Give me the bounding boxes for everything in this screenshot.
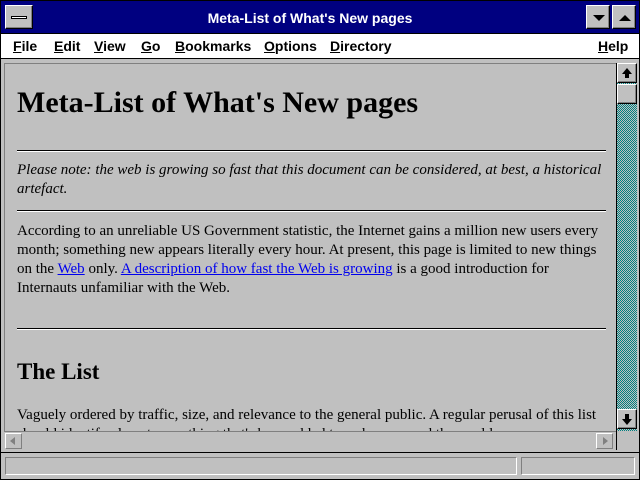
scroll-up-button[interactable] (617, 63, 637, 83)
system-menu-icon (11, 16, 27, 19)
horizontal-scrollbar[interactable] (4, 431, 616, 450)
web-link[interactable]: Web (58, 261, 85, 277)
menu-options[interactable]: Options (264, 38, 317, 54)
maximize-button[interactable] (612, 5, 636, 29)
menu-help[interactable]: Help (598, 38, 628, 54)
menu-file[interactable]: File (13, 38, 37, 54)
section-heading: The List (17, 359, 100, 384)
vertical-scroll-thumb[interactable] (617, 84, 637, 104)
intro-paragraph: According to an unreliable US Government… (17, 222, 602, 298)
system-menu-button[interactable] (5, 5, 33, 29)
status-bar (1, 452, 639, 479)
web-growth-link[interactable]: A description of how fast the Web is gro… (121, 261, 393, 277)
menu-directory[interactable]: Directory (330, 38, 391, 54)
status-text (5, 457, 517, 475)
note-lead: Please note: (17, 162, 92, 178)
title-bar[interactable]: Meta-List of What's New pages (1, 1, 639, 34)
window-title: Meta-List of What's New pages (207, 10, 413, 26)
status-progress (521, 457, 635, 475)
scrollbar-corner (616, 431, 637, 450)
menu-bar: File Edit View Go Bookmarks Options Dire… (1, 34, 639, 59)
scroll-right-button[interactable] (596, 433, 613, 449)
maximize-icon (619, 15, 631, 21)
note-paragraph: Please note: the web is growing so fast … (17, 161, 602, 199)
document-view[interactable]: Meta-List of What's New pages Please not… (4, 63, 616, 431)
menu-go[interactable]: Go (141, 38, 160, 54)
horizontal-rule (17, 328, 606, 330)
horizontal-rule (17, 150, 606, 152)
list-intro-paragraph: Vaguely ordered by traffic, size, and re… (17, 407, 597, 431)
note-text: the web is growing so fast that this doc… (17, 162, 602, 197)
page-title: Meta-List of What's New pages (17, 86, 419, 119)
browser-window: Meta-List of What's New pages File Edit … (0, 0, 640, 480)
minimize-button[interactable] (586, 5, 610, 29)
vertical-scrollbar[interactable] (616, 63, 637, 431)
menu-edit[interactable]: Edit (54, 38, 80, 54)
menu-bookmarks[interactable]: Bookmarks (175, 38, 251, 54)
scroll-down-button[interactable] (617, 409, 637, 429)
horizontal-rule (17, 210, 606, 212)
menu-view[interactable]: View (94, 38, 126, 54)
intro-text-b: only. (84, 261, 121, 277)
minimize-icon (593, 15, 605, 21)
scroll-left-button[interactable] (5, 433, 22, 449)
